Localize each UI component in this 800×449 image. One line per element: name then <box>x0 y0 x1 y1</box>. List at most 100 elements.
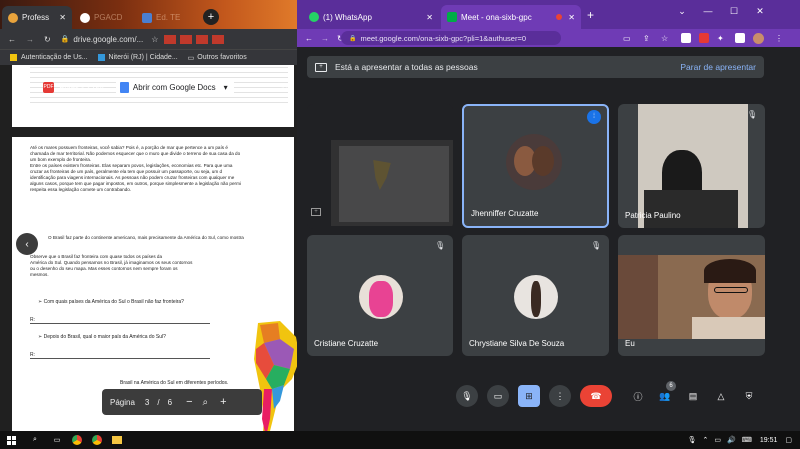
page-separator: / <box>157 397 160 407</box>
search-icon[interactable]: ⌕ <box>26 431 44 449</box>
extension-icon[interactable] <box>735 33 745 43</box>
chevron-up-icon[interactable]: ⌃ <box>703 436 709 444</box>
close-tab-icon[interactable]: ✕ <box>568 13 575 22</box>
windows-start-icon[interactable] <box>2 431 20 449</box>
new-tab-button[interactable]: + <box>587 8 594 22</box>
host-controls-icon[interactable]: ⛨ <box>738 385 760 407</box>
more-options-button[interactable]: ⋮ <box>549 385 571 407</box>
current-page[interactable]: 3 <box>145 398 149 407</box>
chrome-icon[interactable] <box>68 431 86 449</box>
question-2: ➢ Depois do Brasil, qual o maior país da… <box>38 334 166 340</box>
participant-tile[interactable]: 🎙 Cristiane Cruzatte <box>307 235 453 356</box>
tab-second[interactable]: PGACD <box>74 6 134 29</box>
menu-icon[interactable]: ⋮ <box>775 34 783 43</box>
bookmark-item[interactable]: Autenticação de Us... <box>21 54 88 61</box>
back-icon[interactable]: ← <box>24 81 35 93</box>
participant-tile[interactable]: 🎙 Patricia Paulino <box>618 104 765 228</box>
extension-icon[interactable] <box>699 33 709 43</box>
close-tab-icon[interactable]: ✕ <box>426 13 433 22</box>
chrome-icon[interactable] <box>88 431 106 449</box>
extension-icon[interactable] <box>212 34 225 44</box>
bookmark-item[interactable]: Outros favoritos <box>197 54 246 61</box>
person-body <box>644 190 738 228</box>
new-tab-button[interactable]: + <box>203 9 219 25</box>
present-now-button[interactable]: ⊞ <box>518 385 540 407</box>
video-background <box>618 255 658 339</box>
answer-line: R: <box>30 352 210 359</box>
maximize-icon[interactable]: ☐ <box>721 0 747 22</box>
volume-icon[interactable]: 🔊 <box>727 436 736 444</box>
previous-page-button[interactable]: ‹ <box>16 233 38 255</box>
tab-professor[interactable]: Profess ✕ <box>2 6 72 29</box>
extension-icon[interactable] <box>681 33 691 43</box>
language-icon[interactable]: ⌨ <box>742 436 752 444</box>
person-shape <box>369 281 393 317</box>
text-line: mesmos. <box>30 272 49 277</box>
avatar[interactable] <box>753 32 764 44</box>
participant-name: Patricia Paulino <box>625 211 681 220</box>
forward-icon[interactable]: → <box>26 35 34 44</box>
lock-icon: 🔒 <box>60 36 70 43</box>
participant-name: Chrystiane Silva De Souza <box>469 339 565 348</box>
extension-icon[interactable] <box>180 34 193 44</box>
task-view-icon[interactable]: ▭ <box>48 431 66 449</box>
open-with-google-docs-button[interactable]: Abrir com Google Docs ▾ <box>115 78 234 96</box>
camera-icon[interactable]: ▭ <box>623 34 631 43</box>
pdf-page: Até os mares possuem fronteiras, você sa… <box>12 137 297 431</box>
clock[interactable]: 19:51 <box>760 437 778 444</box>
lock-icon: 🔒 <box>349 35 357 42</box>
close-window-icon[interactable]: ✕ <box>747 0 773 22</box>
print-icon[interactable]: ⎙ <box>282 82 289 93</box>
page-label: Página <box>110 397 135 407</box>
zoom-in-icon[interactable]: + <box>220 396 226 408</box>
network-icon[interactable]: ▭ <box>714 436 721 444</box>
extension-icon[interactable] <box>164 34 177 44</box>
pdf-icon: PDF <box>43 81 54 93</box>
meet-browser-window: (1) WhatsApp ✕ Meet - ona-sixb-gpc ✕ + ⌄… <box>297 0 800 431</box>
left-toolbar: ← → ↻ 🔒 drive.google.com/... ☆ <box>0 29 297 49</box>
participant-tile[interactable]: 🎙 Chrystiane Silva De Souza <box>462 235 609 356</box>
back-icon[interactable]: ← <box>8 35 16 44</box>
tab-label: Ed. TE <box>156 13 181 22</box>
right-tab-strip: (1) WhatsApp ✕ Meet - ona-sixb-gpc ✕ + ⌄… <box>297 0 800 29</box>
star-icon[interactable]: ☆ <box>661 34 668 43</box>
tab-third[interactable]: Ed. TE <box>136 6 198 29</box>
participant-tile-self[interactable]: Eu <box>618 235 765 356</box>
chevron-down-icon[interactable]: ▾ <box>224 83 228 92</box>
people-count-badge: 6 <box>666 381 676 391</box>
share-icon[interactable]: ⇪ <box>643 34 650 43</box>
zoom-icon[interactable]: ⌕ <box>203 397 209 408</box>
forward-icon[interactable]: → <box>321 34 329 43</box>
tab-whatsapp[interactable]: (1) WhatsApp ✕ <box>303 5 439 29</box>
tab-search-icon[interactable]: ⌄ <box>669 0 695 22</box>
participant-tile[interactable]: ⦙ Jhenniffer Cruzatte <box>462 104 609 228</box>
address-bar[interactable]: drive.google.com/... <box>73 35 143 44</box>
minimize-icon[interactable]: — <box>695 0 721 22</box>
back-icon[interactable]: ← <box>305 34 313 43</box>
bookmark-item[interactable]: Niterói (RJ) | Cidade... <box>109 54 178 61</box>
puzzle-icon[interactable]: ✦ <box>717 34 724 43</box>
folder-icon: ▭ <box>187 54 195 62</box>
file-explorer-icon[interactable] <box>108 431 126 449</box>
present-icon: + <box>315 62 327 72</box>
close-tab-icon[interactable]: ✕ <box>59 13 66 22</box>
mic-tray-icon[interactable]: 🎙 <box>688 436 697 444</box>
star-icon[interactable]: ☆ <box>151 35 158 44</box>
reload-icon[interactable]: ↻ <box>44 35 51 44</box>
chat-icon[interactable]: ▤ <box>682 385 704 407</box>
presentation-tile[interactable]: + <box>307 104 453 229</box>
stop-presenting-button[interactable]: Parar de apresentar <box>680 62 756 72</box>
extension-icon[interactable] <box>196 34 209 44</box>
zoom-out-icon[interactable]: − <box>186 396 192 408</box>
activities-icon[interactable]: △ <box>710 385 732 407</box>
address-bar[interactable]: 🔒 meet.google.com/ona-sixb-gpc?pli=1&aut… <box>341 31 561 45</box>
recording-indicator-icon <box>556 14 563 20</box>
person-hair <box>704 259 756 283</box>
microphone-button[interactable]: 🎙 <box>456 385 478 407</box>
leave-call-button[interactable]: ☎ <box>580 385 612 407</box>
notifications-icon[interactable]: ▢ <box>785 436 792 444</box>
pdf-paragraph: Observe que o Brasil faz fronteira com q… <box>30 254 240 278</box>
camera-button[interactable]: ▭ <box>487 385 509 407</box>
meeting-details-icon[interactable]: ⓘ <box>627 385 649 407</box>
tab-meet[interactable]: Meet - ona-sixb-gpc ✕ <box>441 5 581 29</box>
